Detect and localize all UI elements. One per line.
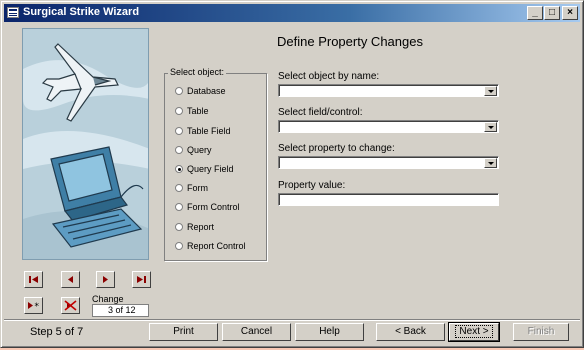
radio-indicator[interactable] [175, 242, 183, 250]
window-controls: _ □ × [526, 6, 578, 20]
next-record-button[interactable] [96, 271, 115, 288]
radio-form-control[interactable]: Form Control [175, 201, 240, 213]
radio-label: Form [187, 183, 208, 193]
new-record-icon: * [28, 302, 39, 311]
svg-text:*: * [34, 302, 39, 311]
page-title: Define Property Changes [277, 34, 423, 49]
radio-label: Query Field [187, 164, 234, 174]
property-value-label: Property value: [278, 180, 346, 191]
chevron-down-icon[interactable] [484, 122, 497, 132]
radio-indicator[interactable] [175, 87, 183, 95]
step-indicator: Step 5 of 7 [30, 326, 84, 338]
radio-indicator[interactable] [175, 107, 183, 115]
previous-record-icon [68, 276, 73, 283]
change-counter: 3 of 12 [92, 304, 149, 317]
window-title: Surgical Strike Wizard [23, 6, 140, 18]
finish-button: Finish [513, 323, 569, 341]
radio-label: Query [187, 145, 212, 155]
close-icon: × [567, 7, 573, 18]
radio-label: Report [187, 222, 215, 232]
radio-report-control[interactable]: Report Control [175, 240, 246, 252]
wizard-illustration [22, 28, 149, 260]
chevron-down-icon[interactable] [484, 158, 497, 168]
app-form-icon [7, 7, 19, 18]
last-record-button[interactable] [132, 271, 151, 288]
delete-record-button[interactable] [61, 297, 80, 314]
help-button[interactable]: Help [295, 323, 364, 341]
radio-query-field[interactable]: Query Field [175, 163, 234, 175]
radio-label: Table [187, 106, 209, 116]
radio-indicator[interactable] [175, 223, 183, 231]
footer-divider [4, 319, 580, 321]
next-button-label: Next > [455, 325, 493, 338]
radio-report[interactable]: Report [175, 221, 214, 233]
radio-label: Database [187, 86, 226, 96]
radio-label: Report Control [187, 241, 246, 251]
object-name-combo[interactable] [278, 84, 499, 97]
field-control-label: Select field/control: [278, 107, 363, 118]
radio-label: Table Field [187, 126, 231, 136]
next-record-icon [103, 276, 108, 283]
first-record-icon [29, 276, 38, 283]
radio-indicator-selected[interactable] [175, 165, 183, 173]
radio-table[interactable]: Table [175, 105, 209, 117]
wizard-window: Surgical Strike Wizard _ □ × * Change 3 … [0, 0, 584, 348]
next-button[interactable]: Next > [448, 322, 500, 342]
radio-indicator[interactable] [175, 203, 183, 211]
radio-label: Form Control [187, 202, 240, 212]
last-record-icon [137, 276, 146, 283]
object-type-legend: Select object: [168, 67, 227, 77]
maximize-button[interactable]: □ [544, 6, 560, 20]
radio-database[interactable]: Database [175, 85, 226, 97]
property-combo[interactable] [278, 156, 499, 169]
chevron-down-icon[interactable] [484, 86, 497, 96]
property-label: Select property to change: [278, 143, 395, 154]
back-button[interactable]: < Back [376, 323, 445, 341]
property-value-input[interactable] [278, 193, 499, 206]
radio-form[interactable]: Form [175, 182, 208, 194]
change-label: Change [92, 294, 124, 304]
radio-indicator[interactable] [175, 146, 183, 154]
radio-indicator[interactable] [175, 127, 183, 135]
previous-record-button[interactable] [61, 271, 80, 288]
new-record-button[interactable]: * [24, 297, 43, 314]
close-button[interactable]: × [562, 6, 578, 20]
cancel-button[interactable]: Cancel [222, 323, 291, 341]
jet-and-computer-illustration [23, 29, 148, 259]
delete-record-icon [64, 300, 77, 311]
radio-table-field[interactable]: Table Field [175, 125, 231, 137]
maximize-icon: □ [548, 7, 556, 18]
radio-indicator[interactable] [175, 184, 183, 192]
title-bar[interactable]: Surgical Strike Wizard _ □ × [4, 4, 580, 22]
object-name-label: Select object by name: [278, 71, 380, 82]
minimize-icon: _ [532, 7, 538, 18]
field-control-combo[interactable] [278, 120, 499, 133]
radio-query[interactable]: Query [175, 144, 212, 156]
first-record-button[interactable] [24, 271, 43, 288]
minimize-button[interactable]: _ [527, 6, 543, 20]
print-button[interactable]: Print [149, 323, 218, 341]
